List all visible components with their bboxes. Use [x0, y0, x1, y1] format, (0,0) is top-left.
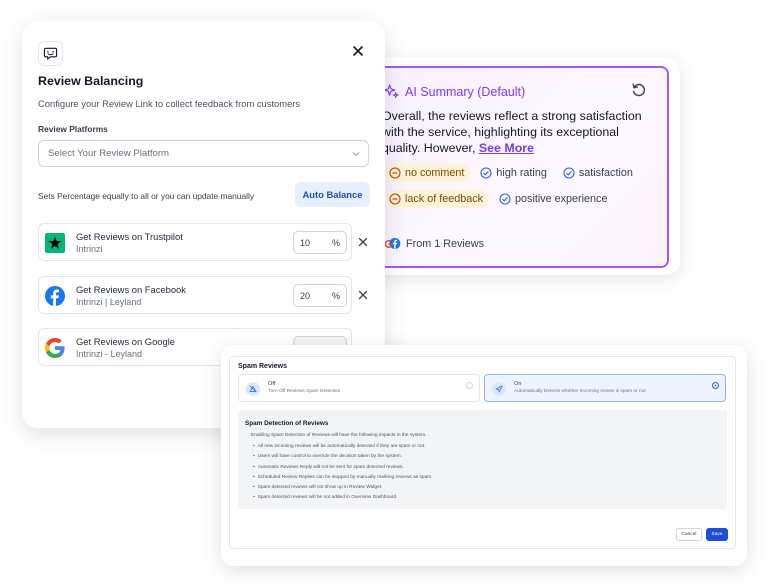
platform-name: Get Reviews on Facebook	[76, 284, 186, 295]
refresh-icon[interactable]	[631, 82, 647, 98]
tag-label: lack of feedback	[405, 193, 484, 205]
select-placeholder: Select Your Review Platform	[48, 148, 170, 159]
tag-satisfaction: satisfaction	[560, 164, 639, 182]
percent-unit: %	[331, 237, 340, 248]
option-title: On	[514, 381, 522, 387]
check-circle-icon	[563, 167, 575, 179]
modal-title: Review Balancing	[38, 74, 144, 88]
list-item: Spam detected reviews will be not added …	[253, 493, 433, 503]
minus-circle-icon	[389, 167, 401, 179]
spam-reviews-title: Spam Reviews	[238, 363, 288, 370]
platform-row-trustpilot: Get Reviews on Trustpilot Intrinzi 10 %	[38, 223, 352, 261]
list-item: Spam detected reviews will not show up i…	[253, 483, 433, 493]
tag-label: positive experience	[515, 193, 608, 205]
auto-balance-description: Sets Percentage equally to all or you ca…	[38, 191, 255, 201]
spam-option-on[interactable]: On Automatically Detects whether incomin…	[484, 374, 726, 402]
percentage-value: 20	[300, 290, 311, 301]
spam-on-icon	[492, 382, 506, 396]
spam-option-off[interactable]: Off Turn Off Reviews Spam Detection	[238, 374, 480, 402]
tag-high-rating: high rating	[477, 164, 552, 182]
info-lead: Enabling Spam Detection of Reviews will …	[251, 433, 427, 438]
reviews-count-label: From 1 Reviews	[406, 237, 484, 250]
ai-summary-header: AI Summary (Default)	[384, 84, 525, 99]
platform-name: Get Reviews on Google	[76, 336, 176, 347]
option-description: Automatically Detects whether incoming r…	[514, 389, 646, 394]
platform-row-facebook: Get Reviews on Facebook Intrinzi | Leyla…	[38, 276, 352, 314]
close-icon[interactable]	[351, 44, 365, 58]
facebook-icon	[45, 286, 65, 306]
ai-summary-text: Overall, the reviews reflect a strong sa…	[382, 108, 652, 156]
spam-reviews-panel: Spam Reviews Off Turn Off Reviews Spam D…	[229, 356, 736, 549]
google-icon	[45, 338, 65, 358]
percentage-value: 10	[300, 237, 311, 248]
list-item: All new incoming reviews will be automat…	[253, 442, 433, 452]
see-more-link[interactable]: See More	[479, 141, 534, 155]
percentage-input[interactable]: 20 %	[293, 284, 347, 307]
tag-lack-of-feedback: lack of feedback	[386, 190, 490, 208]
tag-no-comment: no comment	[386, 164, 471, 182]
list-item: Automatic Reviews Reply will not be sent…	[253, 463, 433, 473]
platform-location: Intrinzi	[76, 244, 103, 254]
percentage-input[interactable]: 10 %	[293, 231, 347, 254]
cancel-button[interactable]: Cancel	[676, 528, 702, 541]
check-circle-icon	[480, 167, 492, 179]
tag-positive-experience: positive experience	[496, 190, 613, 208]
percent-unit: %	[331, 290, 340, 301]
tag-label: high rating	[496, 167, 547, 179]
radio-on[interactable]	[712, 382, 719, 389]
ai-summary-card: AI Summary (Default) Overall, the review…	[356, 66, 669, 268]
list-item: Users will have control to override the …	[253, 452, 433, 462]
ai-summary-title: AI Summary (Default)	[405, 84, 526, 99]
platform-name: Get Reviews on Trustpilot	[76, 231, 183, 242]
ai-summary-footer: From 1 Reviews	[384, 235, 484, 252]
option-title: Off	[268, 381, 276, 387]
option-description: Turn Off Reviews Spam Detection	[268, 389, 341, 394]
trustpilot-icon	[45, 233, 65, 253]
ai-summary-tags: no comment high rating satisfaction lack…	[386, 164, 666, 208]
review-message-icon	[38, 41, 63, 66]
modal-subtitle: Configure your Review Link to collect fe…	[38, 98, 301, 109]
auto-balance-button[interactable]: Auto Balance	[295, 182, 370, 207]
platform-location: Intrinzi - Leyland	[76, 349, 143, 359]
chevron-down-icon	[352, 152, 360, 157]
radio-off[interactable]	[466, 382, 473, 389]
check-circle-icon	[499, 193, 511, 205]
info-title: Spam Detection of Reviews	[245, 420, 329, 427]
sparkle-icon	[384, 84, 399, 98]
minus-circle-icon	[389, 193, 401, 205]
remove-platform-icon[interactable]	[358, 290, 368, 300]
info-list: All new incoming reviews will be automat…	[253, 442, 433, 504]
remove-platform-icon[interactable]	[358, 237, 368, 247]
google-facebook-icon	[384, 238, 401, 249]
review-platform-select[interactable]: Select Your Review Platform	[38, 140, 369, 167]
tag-label: no comment	[405, 167, 465, 179]
review-platforms-label: Review Platforms	[38, 124, 108, 134]
list-item: Scheduled Review Replies can be stopped …	[253, 473, 433, 483]
platform-location: Intrinzi | Leyland	[76, 297, 142, 307]
save-button[interactable]: Save	[706, 528, 728, 541]
spam-off-icon	[246, 382, 260, 396]
spam-detection-info: Spam Detection of Reviews Enabling Spam …	[238, 410, 727, 509]
tag-label: satisfaction	[578, 167, 633, 179]
